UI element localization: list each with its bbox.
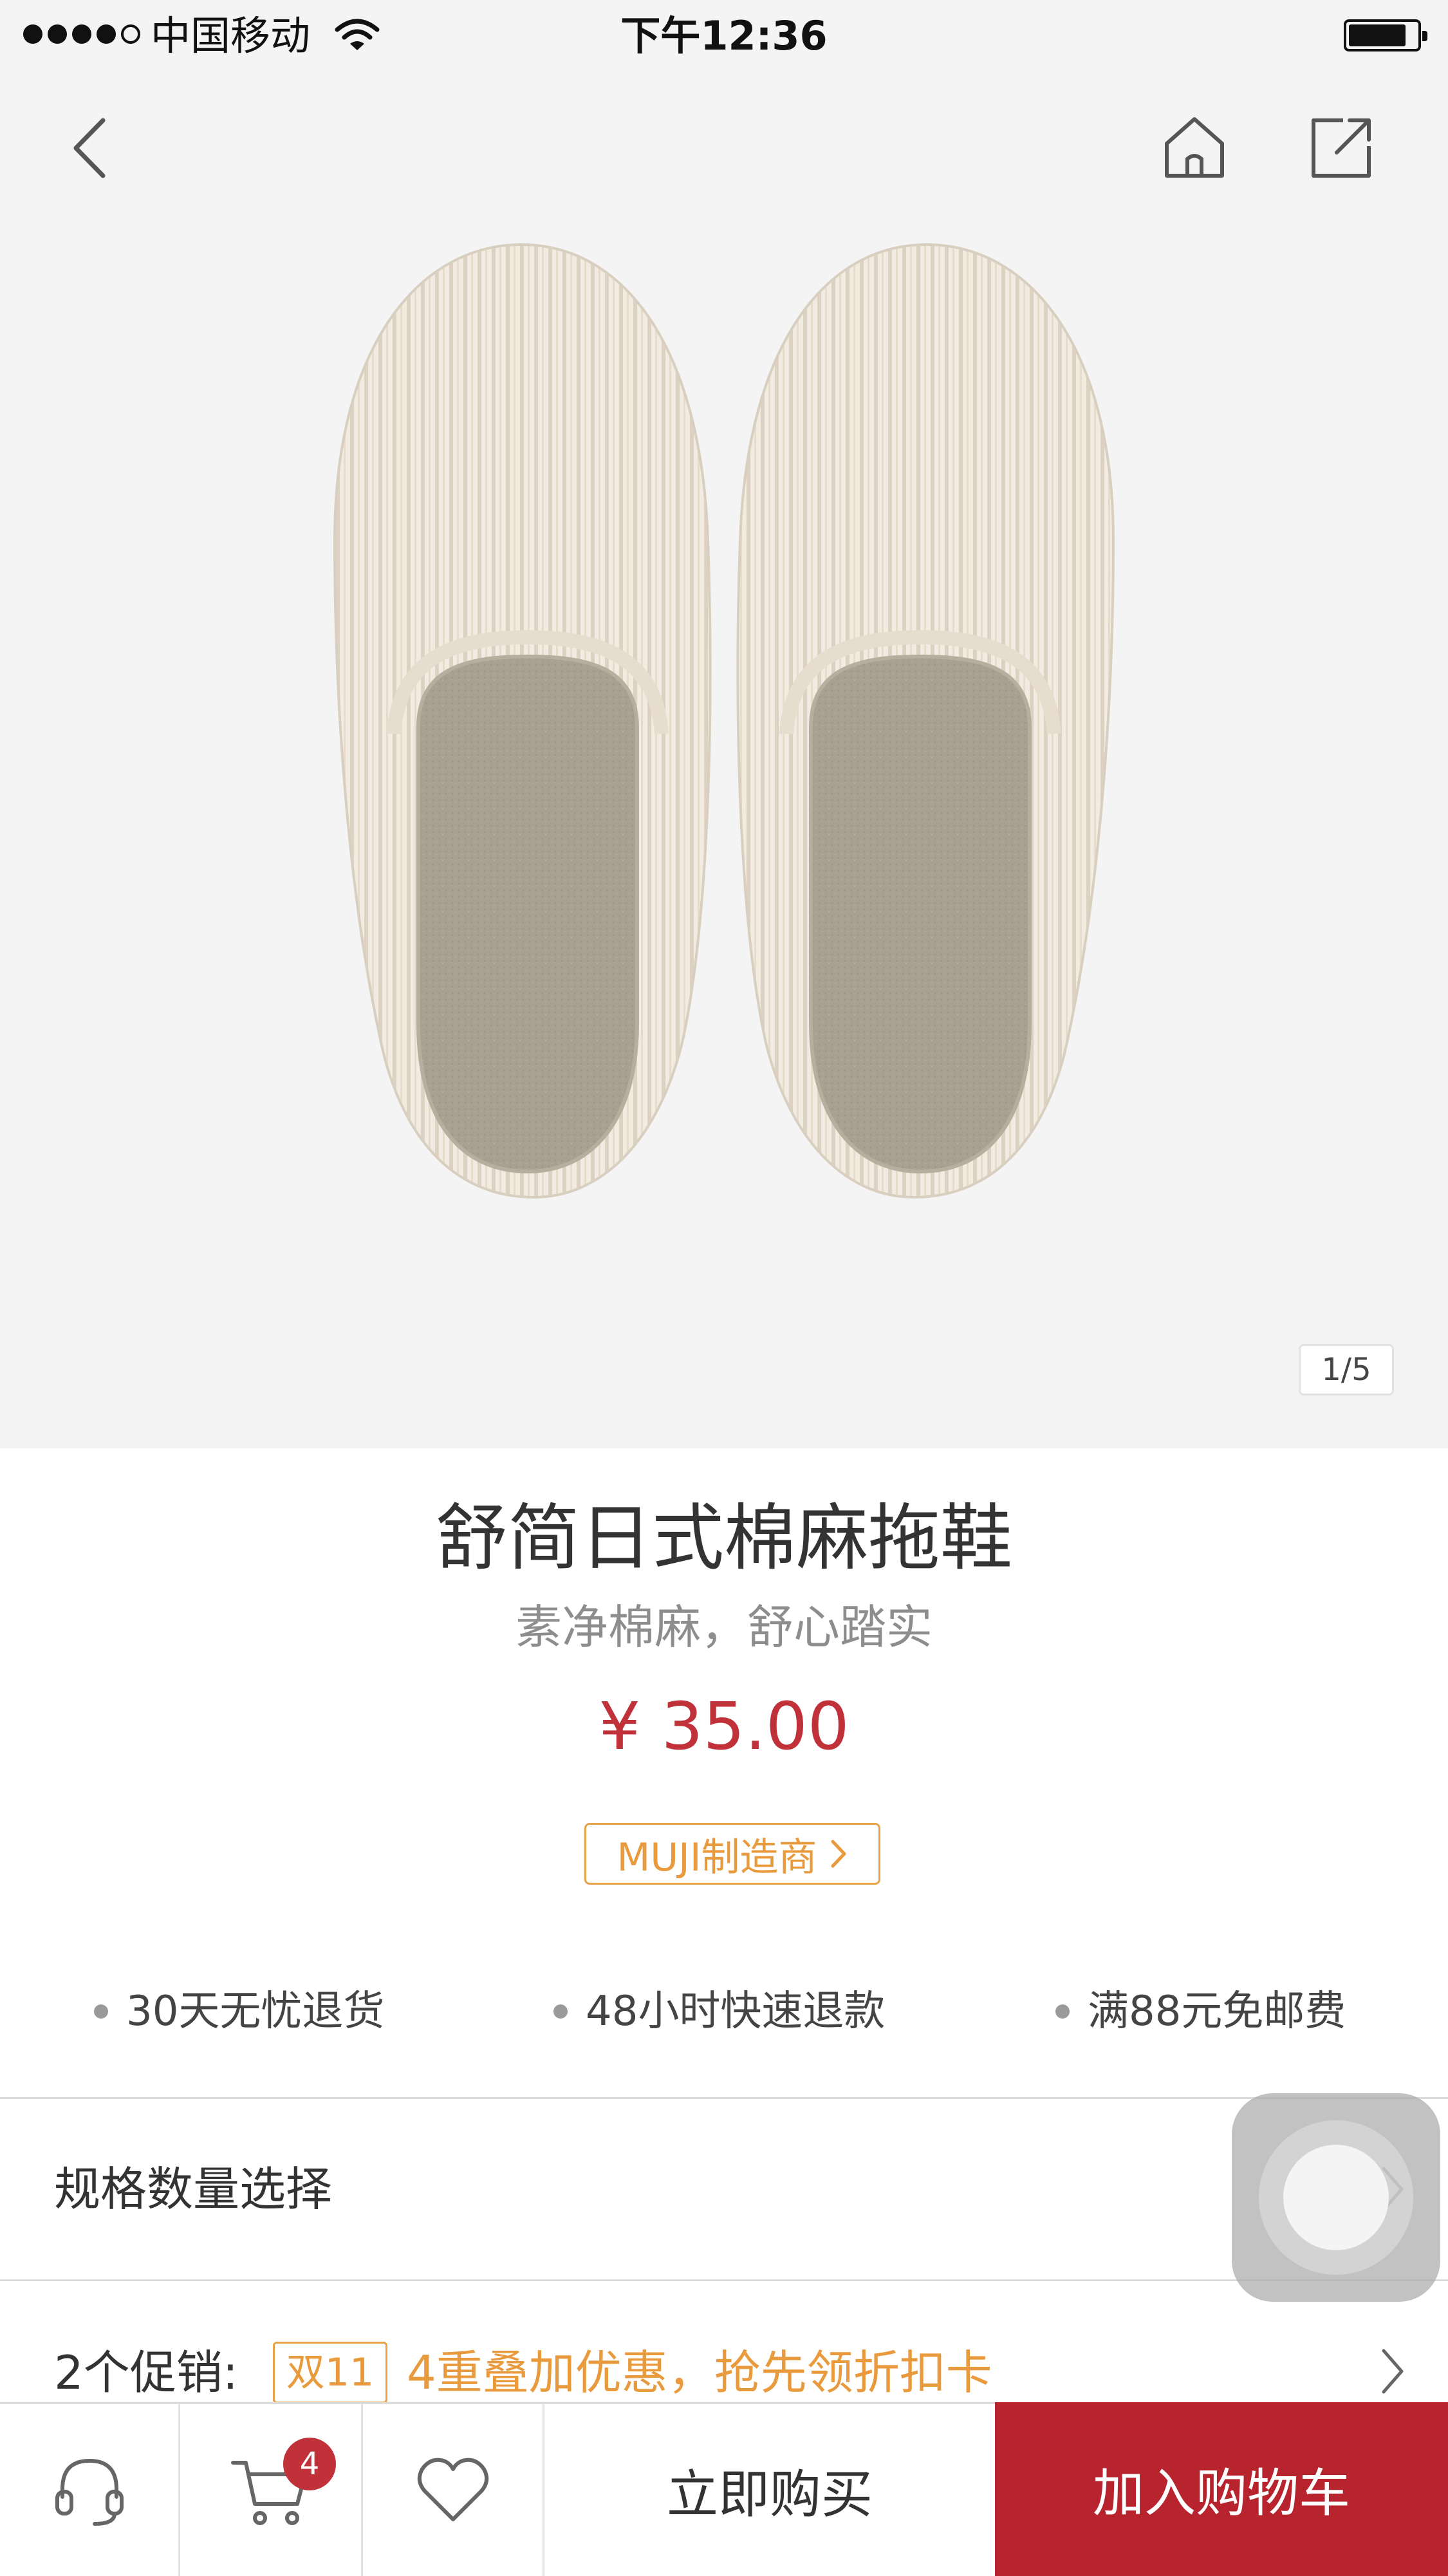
spec-select-label: 规格数量选择 — [54, 2162, 333, 2216]
product-subtitle: 素净棉麻，舒心踏实 — [515, 1600, 933, 1654]
manufacturer-tag[interactable]: MUJI制造商 — [584, 1823, 880, 1885]
back-button[interactable] — [45, 103, 135, 193]
service-label: 30天无忧退货 — [126, 1988, 385, 2035]
assistive-touch-button[interactable] — [1232, 2093, 1440, 2302]
headset-icon — [55, 2458, 124, 2526]
bottom-action-bar: 4 立即购买 加入购物车 — [0, 2402, 1448, 2576]
cart-count-badge: 4 — [283, 2438, 336, 2490]
buy-now-button[interactable]: 立即购买 — [544, 2404, 995, 2576]
heart-icon — [417, 2458, 488, 2521]
home-icon — [1165, 117, 1224, 178]
status-bar: 中国移动 下午12:36 — [0, 0, 1448, 72]
promotion-text: 4重叠加优惠，抢先领折扣卡 — [407, 2346, 992, 2400]
cart-button[interactable]: 4 — [180, 2404, 363, 2576]
home-button[interactable] — [1149, 103, 1239, 193]
service-label: 满88元免邮费 — [1088, 1988, 1346, 2035]
bullet-icon — [553, 2004, 568, 2019]
spec-select-row[interactable]: 规格数量选择 — [0, 2099, 1448, 2279]
image-counter: 1/5 — [1299, 1344, 1394, 1395]
product-title: 舒简日式棉麻拖鞋 — [436, 1497, 1012, 1580]
share-button[interactable] — [1296, 103, 1386, 193]
service-item: 48小时快速退款 — [553, 1983, 885, 2040]
chevron-left-icon — [73, 118, 106, 178]
service-label: 48小时快速退款 — [586, 1988, 886, 2035]
bullet-icon — [94, 2004, 108, 2019]
service-item: 满88元免邮费 — [1055, 1983, 1346, 2040]
status-time: 下午12:36 — [620, 12, 828, 59]
chevron-right-icon — [831, 1840, 846, 1868]
bullet-icon — [1055, 2004, 1070, 2019]
battery-icon — [1344, 19, 1427, 51]
promotion-tag: 双11 — [273, 2342, 387, 2403]
product-price: ¥ 35.00 — [599, 1688, 849, 1765]
product-gallery[interactable]: 1/5 — [0, 0, 1448, 1448]
add-to-cart-button[interactable]: 加入购物车 — [995, 2402, 1448, 2576]
share-icon — [1312, 118, 1371, 178]
manufacturer-tag-label: MUJI制造商 — [617, 1834, 817, 1880]
promotion-label: 2个促销: — [54, 2346, 239, 2400]
favorite-button[interactable] — [363, 2404, 544, 2576]
service-item: 30天无忧退货 — [94, 1983, 384, 2040]
product-image[interactable] — [322, 232, 1126, 1210]
customer-service-button[interactable] — [0, 2404, 180, 2576]
chevron-right-icon — [1382, 2349, 1404, 2394]
